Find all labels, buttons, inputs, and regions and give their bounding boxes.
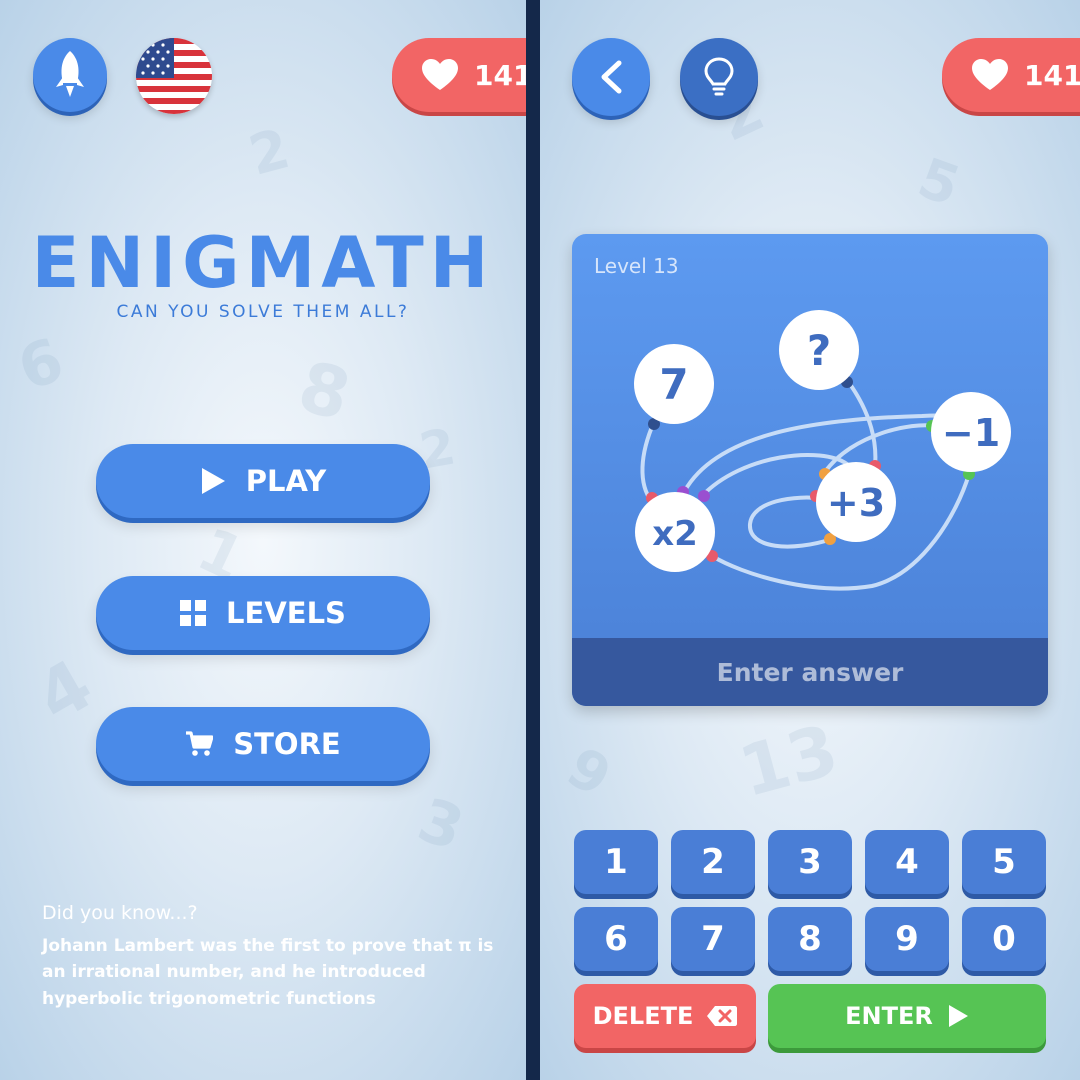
back-button[interactable] — [572, 38, 650, 116]
rocket-icon — [56, 51, 84, 97]
node-question-label: ? — [807, 326, 831, 375]
game-subtitle: CAN YOU SOLVE THEM ALL? — [116, 302, 410, 322]
enter-label: ENTER — [845, 1002, 933, 1030]
store-button[interactable]: STORE — [96, 707, 430, 781]
level-screen: 2 5 13 9 141 Level 13 7 ? −1 x2 +3 Enter… — [540, 0, 1080, 1080]
lives-counter: 141 — [392, 38, 526, 112]
key-5[interactable]: 5 — [962, 830, 1046, 894]
background-digit: 13 — [731, 708, 847, 814]
key-1[interactable]: 1 — [574, 830, 658, 894]
store-label: STORE — [233, 727, 341, 761]
us-flag-icon — [136, 38, 212, 114]
rocket-button[interactable] — [33, 38, 107, 112]
play-button[interactable]: PLAY — [96, 444, 430, 518]
key-7[interactable]: 7 — [671, 907, 755, 971]
hint-button[interactable] — [680, 38, 758, 116]
background-digit: 6 — [9, 324, 73, 406]
cart-icon — [186, 731, 214, 756]
fact-text: Johann Lambert was the first to prove th… — [42, 936, 494, 1009]
background-digit: 3 — [409, 784, 473, 866]
answer-input[interactable]: Enter answer — [572, 638, 1048, 706]
key-9[interactable]: 9 — [865, 907, 949, 971]
key-0[interactable]: 0 — [962, 907, 1046, 971]
play-icon — [948, 1005, 968, 1027]
background-digit: 5 — [910, 145, 969, 219]
background-digit: 9 — [556, 734, 622, 810]
path-seven-to-x2 — [640, 420, 656, 504]
background-digit: 8 — [290, 345, 359, 437]
main-menu-screen: 6 8 2 1 4 3 2 141 ENIGMATH CAN YOU SOLVE… — [0, 0, 526, 1080]
key-4[interactable]: 4 — [865, 830, 949, 894]
fact-heading: Did you know...? — [42, 902, 198, 924]
heart-icon — [422, 59, 458, 90]
levels-label: LEVELS — [226, 596, 346, 630]
puzzle-card: Level 13 7 ? −1 x2 +3 Enter answer — [572, 234, 1048, 706]
node-minus-one-label: −1 — [942, 411, 1000, 455]
answer-placeholder: Enter answer — [716, 657, 904, 687]
heart-icon — [972, 59, 1008, 90]
screen-divider — [526, 0, 540, 1080]
delete-label: DELETE — [592, 1002, 694, 1030]
background-digit: 4 — [22, 643, 106, 739]
language-flag-button[interactable] — [136, 38, 212, 114]
delete-button[interactable]: DELETE — [574, 984, 756, 1048]
puzzle-diagram: 7 ? −1 x2 +3 — [634, 310, 1011, 591]
play-label: PLAY — [245, 464, 327, 498]
key-6[interactable]: 6 — [574, 907, 658, 971]
key-8[interactable]: 8 — [768, 907, 852, 971]
lives-counter: 141 — [942, 38, 1080, 112]
node-seven-label: 7 — [659, 360, 688, 409]
play-icon — [201, 468, 225, 494]
key-3[interactable]: 3 — [768, 830, 852, 894]
node-plus-three-label: +3 — [827, 481, 885, 525]
back-arrow-icon — [601, 60, 622, 94]
path-question-to-plus3 — [845, 378, 878, 468]
game-title: ENIGMATH — [31, 222, 495, 304]
lightbulb-icon — [704, 57, 734, 96]
lives-count: 141 — [474, 58, 526, 92]
enter-button[interactable]: ENTER — [768, 984, 1046, 1048]
levels-button[interactable]: LEVELS — [96, 576, 430, 650]
backspace-icon — [707, 1006, 738, 1026]
node-times-two-label: x2 — [652, 514, 698, 554]
lives-count: 141 — [1024, 58, 1080, 92]
grid-icon — [180, 600, 207, 626]
background-digit: 2 — [242, 116, 296, 188]
key-2[interactable]: 2 — [671, 830, 755, 894]
